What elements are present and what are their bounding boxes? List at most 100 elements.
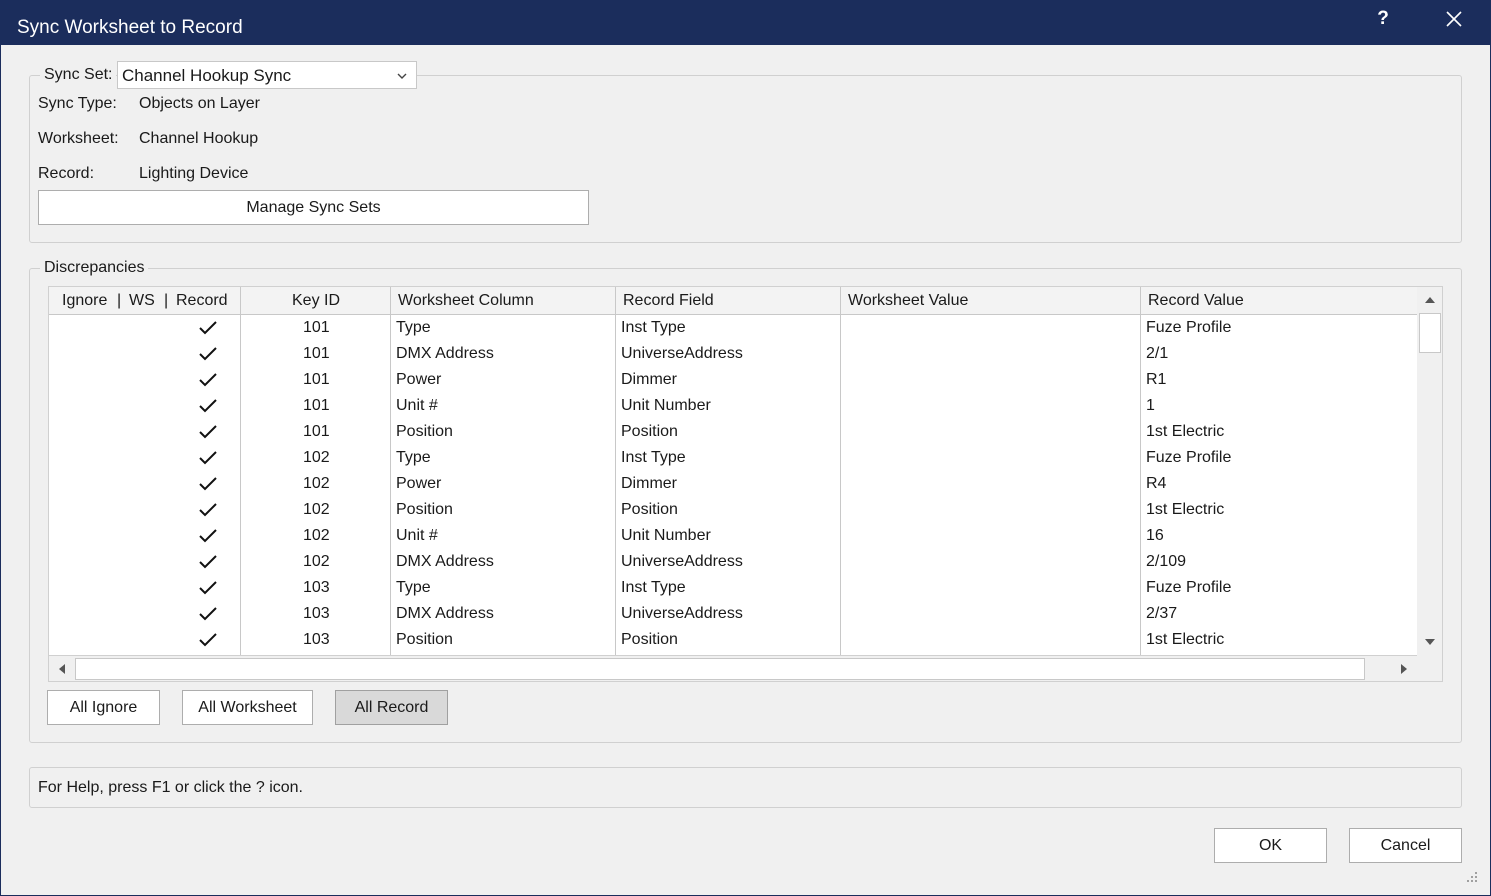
cell-record-value: 1st Electric: [1146, 423, 1225, 440]
col-worksheet-value[interactable]: Worksheet Value: [848, 287, 968, 315]
cell-key-id: 103: [303, 605, 330, 622]
cell-record-field: Unit Number: [621, 397, 711, 414]
table-row[interactable]: 102 Position Position 1st Electric: [49, 497, 1417, 523]
cell-worksheet-column: Type: [396, 319, 431, 336]
table-row[interactable]: 102 Power Dimmer R4: [49, 471, 1417, 497]
title-bar: Sync Worksheet to Record ?: [0, 0, 1491, 45]
checkmark-icon[interactable]: [199, 451, 217, 465]
col-ignore[interactable]: Ignore: [62, 287, 107, 315]
table-row[interactable]: 103 Type Inst Type Fuze Profile: [49, 575, 1417, 601]
table-row[interactable]: 103 Position Position 1st Electric: [49, 627, 1417, 653]
checkmark-icon[interactable]: [199, 581, 217, 595]
scroll-left-button[interactable]: [49, 656, 75, 681]
sync-type-label: Sync Type:: [38, 95, 117, 112]
cell-record-field: UniverseAddress: [621, 345, 743, 362]
cell-record-field: Inst Type: [621, 449, 686, 466]
table-row[interactable]: 102 Type Inst Type Fuze Profile: [49, 445, 1417, 471]
all-ignore-button[interactable]: All Ignore: [47, 690, 160, 725]
checkmark-icon[interactable]: [199, 503, 217, 517]
checkmark-icon[interactable]: [199, 373, 217, 387]
table-row[interactable]: 103 DMX Address UniverseAddress 2/37: [49, 601, 1417, 627]
col-sep-1: |: [117, 292, 122, 309]
help-button[interactable]: ?: [1368, 4, 1398, 34]
scroll-right-button[interactable]: [1391, 656, 1417, 681]
cell-record-value: Fuze Profile: [1146, 579, 1232, 596]
cell-key-id: 102: [303, 553, 330, 570]
checkmark-icon[interactable]: [199, 321, 217, 335]
checkmark-icon[interactable]: [199, 607, 217, 621]
checkmark-icon[interactable]: [199, 399, 217, 413]
discrepancies-grid[interactable]: Ignore | WS | Record Key ID Worksheet Co…: [48, 286, 1443, 682]
chevron-down-icon: [397, 73, 407, 79]
checkmark-icon[interactable]: [199, 347, 217, 361]
cell-record-value: R1: [1146, 371, 1167, 388]
col-worksheet-column[interactable]: Worksheet Column: [398, 287, 534, 315]
checkmark-icon[interactable]: [199, 425, 217, 439]
col-key-id[interactable]: Key ID: [292, 287, 340, 315]
cell-key-id: 101: [303, 423, 330, 440]
table-row[interactable]: 101 Unit # Unit Number 1: [49, 393, 1417, 419]
close-button[interactable]: [1438, 4, 1470, 34]
cell-record-field: UniverseAddress: [621, 553, 743, 570]
help-text: For Help, press F1 or click the ? icon.: [38, 779, 303, 796]
cell-worksheet-column: Position: [396, 423, 453, 440]
table-row[interactable]: 101 Type Inst Type Fuze Profile: [49, 315, 1417, 341]
vertical-scrollbar[interactable]: [1417, 287, 1442, 655]
cell-record-value: 16: [1146, 527, 1164, 544]
table-row[interactable]: 102 DMX Address UniverseAddress 2/109: [49, 549, 1417, 575]
scrollbar-corner: [1417, 655, 1442, 681]
cell-key-id: 101: [303, 397, 330, 414]
cancel-button[interactable]: Cancel: [1349, 828, 1462, 863]
ok-button[interactable]: OK: [1214, 828, 1327, 863]
window-title: Sync Worksheet to Record: [17, 17, 243, 38]
horizontal-scroll-thumb[interactable]: [75, 658, 1365, 680]
cell-worksheet-column: DMX Address: [396, 345, 494, 362]
checkmark-icon[interactable]: [199, 529, 217, 543]
sync-set-dropdown[interactable]: Channel Hookup Sync: [117, 61, 417, 89]
horizontal-scrollbar[interactable]: [49, 655, 1417, 681]
cell-key-id: 101: [303, 371, 330, 388]
cell-record-field: Dimmer: [621, 371, 677, 388]
table-row[interactable]: 102 Unit # Unit Number 16: [49, 523, 1417, 549]
cell-worksheet-column: Power: [396, 371, 442, 388]
cell-worksheet-column: Type: [396, 449, 431, 466]
triangle-left-icon: [59, 664, 65, 674]
cell-record-field: Unit Number: [621, 527, 711, 544]
cell-worksheet-column: Position: [396, 631, 453, 648]
cell-worksheet-column: Position: [396, 501, 453, 518]
col-sep-2: |: [164, 292, 169, 309]
cell-worksheet-column: Type: [396, 579, 431, 596]
table-row[interactable]: 101 Power Dimmer R1: [49, 367, 1417, 393]
checkmark-icon[interactable]: [199, 477, 217, 491]
table-row[interactable]: 101 DMX Address UniverseAddress 2/1: [49, 341, 1417, 367]
cell-worksheet-column: DMX Address: [396, 553, 494, 570]
cell-worksheet-column: Unit #: [396, 397, 438, 414]
table-row[interactable]: 101 Position Position 1st Electric: [49, 419, 1417, 445]
col-ws[interactable]: WS: [129, 287, 155, 315]
manage-sync-sets-button[interactable]: Manage Sync Sets: [38, 190, 589, 225]
cell-record-field: Position: [621, 501, 678, 518]
cell-record-field: Dimmer: [621, 475, 677, 492]
triangle-right-icon: [1401, 664, 1407, 674]
cell-record-value: 1st Electric: [1146, 501, 1225, 518]
resize-grip-icon[interactable]: [1465, 870, 1479, 884]
col-record-value[interactable]: Record Value: [1148, 287, 1244, 315]
cell-key-id: 102: [303, 527, 330, 544]
checkmark-icon[interactable]: [199, 555, 217, 569]
scroll-down-button[interactable]: [1417, 629, 1442, 655]
cell-record-value: 2/1: [1146, 345, 1169, 362]
cell-key-id: 102: [303, 475, 330, 492]
col-record-field[interactable]: Record Field: [623, 287, 714, 315]
cell-key-id: 103: [303, 579, 330, 596]
vertical-scroll-thumb[interactable]: [1419, 313, 1441, 353]
all-record-button[interactable]: All Record: [335, 690, 448, 725]
scroll-up-button[interactable]: [1417, 287, 1442, 313]
col-record[interactable]: Record: [176, 287, 228, 315]
cell-worksheet-column: Unit #: [396, 527, 438, 544]
cell-key-id: 101: [303, 345, 330, 362]
cell-record-value: 1: [1146, 397, 1155, 414]
checkmark-icon[interactable]: [199, 633, 217, 647]
sync-type-value: Objects on Layer: [139, 95, 260, 112]
all-worksheet-button[interactable]: All Worksheet: [182, 690, 313, 725]
cell-record-field: Inst Type: [621, 579, 686, 596]
